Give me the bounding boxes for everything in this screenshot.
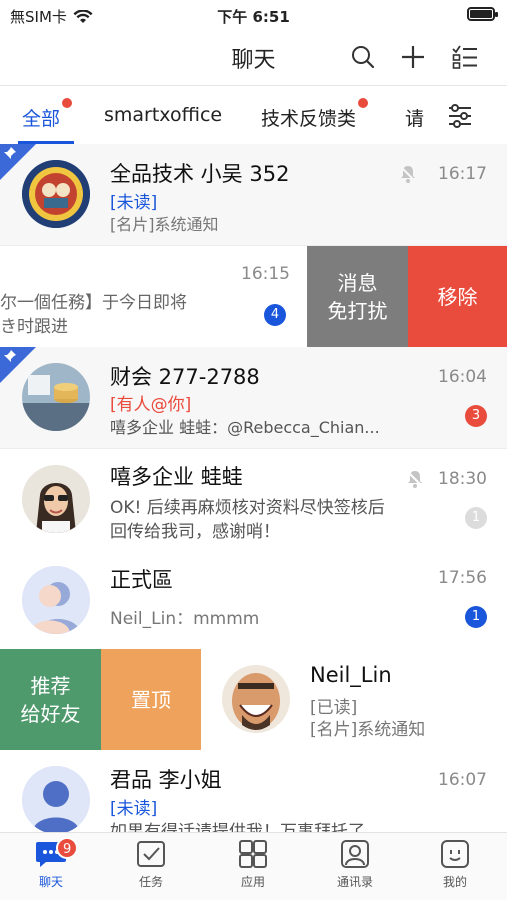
chat-row[interactable]: 嘻多企业 蛙蛙 OK! 后续再麻烦核对资料尽快签核后 回传给我司，感谢哨！ 18…: [0, 449, 507, 551]
unread-badge: 1: [465, 606, 487, 628]
chat-preview: [名片]系统通知: [110, 215, 219, 234]
mention-tag: [有人@你]: [110, 395, 192, 415]
chat-preview-line1: 尔一個任務】于今日即将: [0, 293, 187, 313]
avatar: [22, 363, 90, 431]
bottom-tab-bar: 聊天 9 任务 应用 通讯录 我的: [0, 832, 507, 900]
unread-dot: [358, 98, 369, 108]
chat-time: 16:15: [241, 264, 290, 284]
remove-button[interactable]: 移除: [408, 246, 507, 347]
chat-time: 17:56: [438, 568, 487, 588]
mute-bell-icon: [399, 165, 417, 183]
chat-row[interactable]: 君品 李小姐 [未读] 如果有得话请提供我！万事拜托了... 16:07: [0, 750, 507, 834]
chat-time: 18:30: [438, 469, 487, 489]
recommend-label-line2: 给好友: [20, 701, 81, 726]
search-button[interactable]: [348, 42, 378, 72]
chat-time: 16:17: [438, 164, 487, 184]
chat-preview-line2: き时跟进: [0, 317, 68, 337]
pin-icon: [4, 147, 16, 159]
recommend-label-line1: 推荐: [30, 673, 71, 698]
chat-time: 16:07: [438, 770, 487, 790]
mute-bell-icon: [406, 470, 424, 488]
battery-icon: [467, 7, 498, 21]
chat-name: 嘻多企业 蛙蛙: [110, 465, 243, 489]
chat-preview: [名片]系统通知: [310, 720, 426, 740]
tab-me[interactable]: 我的: [420, 839, 490, 890]
unread-badge: 1: [465, 507, 487, 529]
tab-label: 全部: [22, 108, 61, 130]
status-bar: 無SIM卡 下午 6:51: [0, 0, 507, 30]
chat-time: 16:04: [438, 367, 487, 387]
mute-notifications-button[interactable]: 消息 免打扰: [307, 246, 408, 347]
sliders-icon: [449, 104, 471, 128]
avatar: [22, 160, 90, 228]
read-status: [未读]: [110, 193, 158, 213]
filter-settings-button[interactable]: [447, 103, 473, 129]
avatar: [22, 766, 90, 833]
apps-grid-icon: [239, 840, 267, 868]
chat-name: 财会 277-2788: [110, 365, 260, 389]
page-title: 聊天: [231, 48, 276, 73]
tab-me-label: 我的: [442, 875, 467, 889]
tab-label: smartxoffice: [104, 104, 223, 126]
tab-apps[interactable]: 应用: [218, 839, 288, 890]
chat-preview: 嘻多企业 蛙蛙：@Rebecca_Chian...: [110, 418, 380, 437]
tab-chat-label: 聊天: [38, 875, 63, 889]
filter-tabs: 全部 smartxoffice 技术反馈类 请: [0, 87, 507, 145]
nav-bar: 聊天: [0, 30, 507, 86]
recommend-to-friend-button[interactable]: 推荐 给好友: [0, 649, 101, 750]
chat-row[interactable]: 全品技术 小吴 352 [未读] [名片]系统通知 16:17: [0, 144, 507, 246]
tab-request[interactable]: 请: [405, 104, 424, 131]
plus-icon: [402, 46, 424, 68]
chat-preview: Neil_Lin：mmmm: [110, 609, 260, 629]
tab-contacts[interactable]: 通讯录: [320, 839, 390, 890]
tab-chat[interactable]: 聊天 9: [16, 837, 86, 890]
chat-row[interactable]: 财会 277-2788 [有人@你] 嘻多企业 蛙蛙：@Rebecca_Chia…: [0, 347, 507, 449]
tab-label: 请: [405, 108, 425, 130]
tab-apps-label: 应用: [240, 875, 265, 889]
mute-label-line1: 消息: [337, 270, 378, 295]
avatar: [222, 665, 290, 733]
contacts-icon: [341, 840, 369, 868]
pin-to-top-button[interactable]: 置顶: [101, 649, 201, 750]
chat-preview-line2: 回传给我司，感谢哨！: [110, 522, 280, 542]
tab-smartxoffice[interactable]: smartxoffice: [104, 104, 222, 126]
chat-name: 正式區: [110, 568, 173, 592]
search-icon: [352, 46, 375, 69]
chat-row[interactable]: 正式區 Neil_Lin：mmmm 17:56 1: [0, 548, 507, 650]
tab-contacts-label: 通讯录: [336, 875, 373, 889]
checklist-button[interactable]: [450, 42, 480, 72]
tab-tasks[interactable]: 任务: [116, 839, 186, 890]
profile-face-icon: [441, 840, 469, 868]
avatar: [22, 566, 90, 634]
unread-dot: [62, 98, 73, 108]
unread-count-badge: 9: [56, 837, 79, 859]
checklist-icon: [452, 45, 477, 69]
chat-row-swiped[interactable]: 推荐 给好友 置顶 Neil_Lin [已读] [名片]系统通知: [0, 649, 507, 751]
read-status: [未读]: [110, 799, 158, 819]
mute-label-line2: 免打扰: [327, 298, 388, 323]
tab-all[interactable]: 全部: [22, 98, 73, 131]
add-button[interactable]: [398, 42, 428, 72]
chat-name: Neil_Lin: [310, 663, 392, 687]
task-check-icon: [137, 841, 165, 867]
unread-badge: 4: [264, 304, 286, 326]
chat-name: 君品 李小姐: [110, 768, 222, 792]
chat-row-swiped[interactable]: 尔一個任務】于今日即将 き时跟进 16:15 4 消息 免打扰 移除: [0, 246, 507, 348]
pin-icon: [4, 350, 16, 362]
unread-badge: 3: [465, 405, 487, 427]
tab-tasks-label: 任务: [138, 875, 163, 889]
tab-tech-feedback[interactable]: 技术反馈类: [261, 98, 369, 131]
status-time: 下午 6:51: [217, 8, 290, 26]
chat-preview-line1: OK! 后续再麻烦核对资料尽快签核后: [110, 498, 385, 518]
chat-name: 全品技术 小吴 352: [110, 162, 290, 186]
tab-label: 技术反馈类: [261, 108, 357, 130]
avatar: [22, 465, 90, 533]
